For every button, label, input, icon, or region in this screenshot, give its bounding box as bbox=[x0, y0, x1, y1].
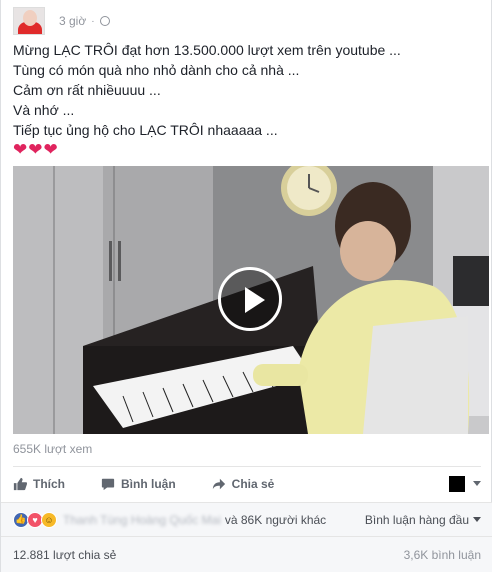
action-bar: Thích Bình luận Chia sẻ bbox=[13, 466, 481, 500]
like-button[interactable]: Thích bbox=[13, 477, 65, 491]
comment-label: Bình luận bbox=[121, 476, 176, 491]
like-label: Thích bbox=[33, 476, 65, 491]
comment-button[interactable]: Bình luận bbox=[101, 477, 176, 491]
top-comments-dropdown[interactable]: Bình luận hàng đầu bbox=[365, 513, 481, 527]
post-line: Cảm ơn rất nhiềuuuu ... bbox=[13, 82, 161, 98]
globe-icon[interactable] bbox=[99, 16, 110, 26]
post-line: Tùng có món quà nho nhỏ dành cho cả nhà … bbox=[13, 62, 300, 78]
post-line: Mừng LẠC TRÔI đạt hơn 13.500.000 lượt xe… bbox=[13, 42, 401, 58]
avatar[interactable] bbox=[13, 7, 45, 35]
post-time[interactable]: 3 giờ bbox=[59, 14, 86, 28]
reactions-bar: 👍 ♥ ☺ Thanh Tùng Hoàng Quốc Mai và 86K n… bbox=[1, 502, 492, 536]
post-line: Và nhớ ... bbox=[13, 102, 75, 118]
share-arrow-icon bbox=[212, 478, 225, 489]
post-card: 3 giờ · Mừng LẠC TRÔI đạt hơn 13.500.000… bbox=[0, 0, 492, 572]
post-header: 3 giờ · bbox=[13, 6, 110, 36]
comment-icon bbox=[101, 478, 115, 490]
share-button[interactable]: Chia sẻ bbox=[212, 476, 275, 491]
share-count[interactable]: 12.881 lượt chia sẻ bbox=[13, 548, 116, 562]
post-line: Tiếp tục ủng hộ cho LẠC TRÔI nhaaaaa ... bbox=[13, 122, 278, 138]
reaction-icons[interactable]: 👍 ♥ ☺ bbox=[13, 511, 57, 528]
play-button[interactable] bbox=[218, 267, 282, 331]
page-avatar bbox=[449, 475, 465, 492]
share-count-bar: 12.881 lượt chia sẻ 3,6K bình luận bbox=[1, 536, 492, 572]
comment-count[interactable]: 3,6K bình luận bbox=[404, 548, 481, 562]
reactor-others[interactable]: và 86K người khác bbox=[225, 513, 326, 527]
share-label: Chia sẻ bbox=[231, 476, 275, 491]
top-comments-label: Bình luận hàng đầu bbox=[364, 512, 469, 527]
thumbs-up-icon bbox=[13, 477, 27, 490]
haha-reaction-icon: ☺ bbox=[41, 511, 57, 528]
video-player[interactable] bbox=[13, 166, 489, 434]
hearts-emoji: ❤❤❤ bbox=[13, 140, 59, 159]
view-count: 655K lượt xem bbox=[13, 442, 93, 456]
reactor-names[interactable]: Thanh Tùng Hoàng Quốc Mai bbox=[63, 513, 221, 527]
share-as-selector[interactable] bbox=[449, 475, 481, 492]
chevron-down-icon bbox=[473, 481, 481, 486]
chevron-down-icon bbox=[473, 517, 481, 522]
post-text: Mừng LẠC TRÔI đạt hơn 13.500.000 lượt xe… bbox=[13, 40, 483, 160]
post-meta: 3 giờ · bbox=[59, 14, 110, 28]
